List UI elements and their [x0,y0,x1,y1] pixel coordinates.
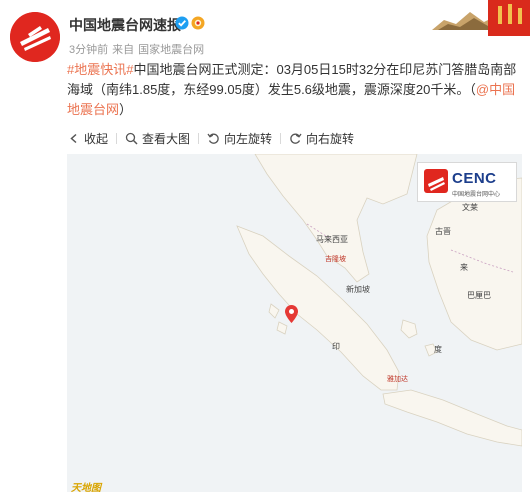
view-large-button[interactable]: 查看大图 [125,130,190,147]
source-prefix: 来自 [112,44,135,56]
author-avatar[interactable] [10,12,60,62]
map-label-indonesia-yin: 印 [332,342,340,351]
collapse-button[interactable]: 收起 [67,130,108,147]
earthquake-map-image[interactable]: CENC 中国地震台网中心 马来西亚 吉隆坡 新加坡 印 度 雅加达 来 古晋 … [67,154,522,492]
member-badge-icon [191,16,205,30]
map-background [67,154,522,492]
post-source[interactable]: 国家地震台网 [138,44,204,56]
rotate-left-label: 向左旋转 [224,131,273,146]
map-label-kuala-lumpur: 吉隆坡 [325,256,346,263]
toolbar-divider [198,132,200,144]
author-name[interactable]: 中国地震台网速报 [69,15,181,35]
map-label-singapore: 新加坡 [346,285,370,294]
post-time[interactable]: 3分钟前 [69,44,108,56]
cenc-logo-icon [10,12,60,62]
rotate-left-button[interactable]: 向左旋转 [207,130,272,147]
zoom-icon [125,132,138,145]
post-meta: 3分钟前 来自 国家地震台网 [69,41,208,57]
epicenter-pin-icon [285,305,298,323]
rotate-right-button[interactable]: 向右旋转 [289,130,354,147]
post-header: 中国地震台网速报 3分钟前 来自 国家地震台网 [0,0,530,64]
post-content: #地震快讯#中国地震台网正式测定：03月05日15时32分在印尼苏门答腊岛南部海… [67,60,522,120]
map-watermark: 天地图 [71,483,101,492]
toolbar-divider [280,132,282,144]
rotate-right-icon [290,133,302,144]
festival-banner-image [426,0,530,36]
map-label-kuching: 古晋 [435,227,451,236]
map-label-lai: 来 [460,263,468,272]
image-toolbar: 收起 查看大图 向左旋转 向右旋转 [67,128,354,148]
collapse-label: 收起 [84,131,109,146]
map-label-indonesia-du: 度 [434,345,442,354]
post-text: 中国地震台网正式测定：03月05日15时32分在印尼苏门答腊岛南部海域（南纬1.… [67,62,517,97]
verified-badge-icon [175,16,189,30]
topic-tag[interactable]: #地震快讯# [67,62,133,77]
cenc-logo-subtitle: 中国地震台网中心 [452,192,501,198]
map-label-brunei: 文莱 [462,203,478,212]
collapse-icon [70,133,77,143]
toolbar-divider [116,132,118,144]
cenc-logo-text: CENC [452,170,497,187]
cenc-mark-icon [424,169,448,193]
cenc-logo-box: CENC 中国地震台网中心 [417,162,517,202]
rotate-right-label: 向右旋转 [306,131,355,146]
post-text-tail: ） [119,102,133,117]
rotate-left-icon [207,133,219,144]
view-large-label: 查看大图 [142,131,191,146]
map-label-balikpapan: 巴厘巴 [467,291,491,300]
map-label-malaysia: 马来西亚 [316,235,348,244]
map-label-jakarta: 雅加达 [387,376,408,383]
